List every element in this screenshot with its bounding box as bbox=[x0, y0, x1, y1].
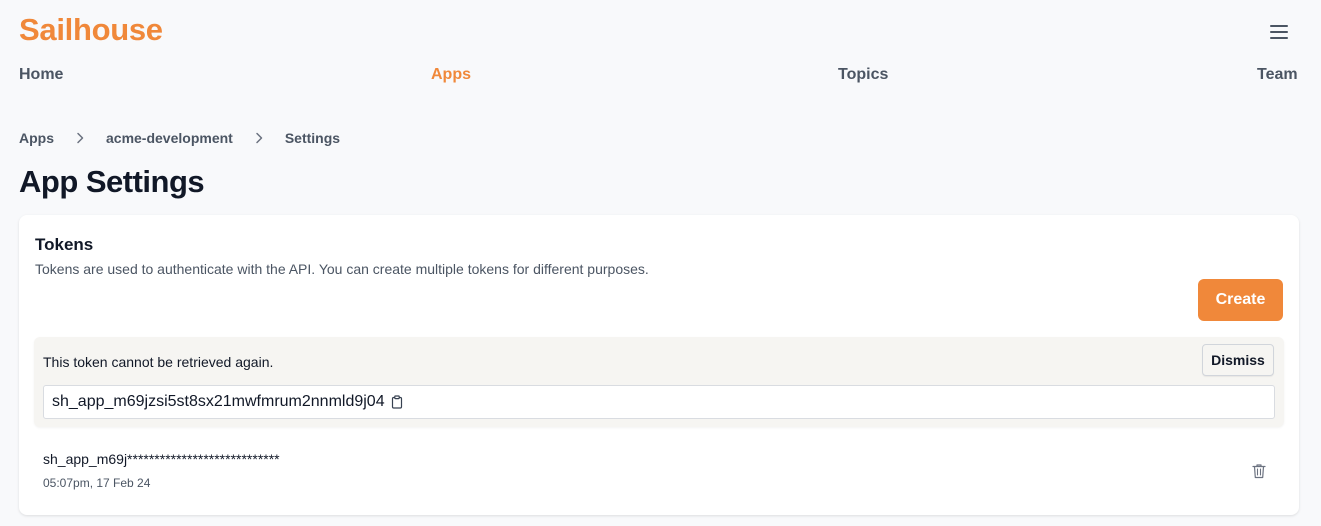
hamburger-menu-icon[interactable] bbox=[1268, 22, 1290, 42]
clipboard-icon[interactable] bbox=[391, 395, 405, 409]
new-token-field[interactable]: sh_app_m69jzsi5st8sx21mwfmrum2nnmld9j04 bbox=[43, 385, 1275, 419]
create-token-button[interactable]: Create bbox=[1198, 279, 1283, 321]
masked-token: sh_app_m69j**************************** bbox=[43, 451, 280, 467]
nav-item-topics[interactable]: Topics bbox=[838, 66, 888, 84]
main-nav: Home Apps Topics Team bbox=[0, 66, 1321, 88]
chevron-right-icon bbox=[233, 130, 285, 146]
app-settings-page: Sailhouse Home Apps Topics Team Apps acm… bbox=[0, 0, 1321, 526]
dismiss-button[interactable]: Dismiss bbox=[1202, 344, 1274, 376]
nav-item-team[interactable]: Team bbox=[1257, 66, 1298, 84]
breadcrumb-apps[interactable]: Apps bbox=[19, 130, 54, 146]
breadcrumb-settings: Settings bbox=[284, 130, 341, 146]
token-list-item: sh_app_m69j**************************** … bbox=[43, 451, 1283, 491]
brand-logo[interactable]: Sailhouse bbox=[19, 12, 163, 48]
breadcrumb-app[interactable]: acme-development bbox=[106, 130, 233, 146]
trash-icon[interactable] bbox=[1252, 463, 1266, 479]
token-created-date: 05:07pm, 17 Feb 24 bbox=[43, 476, 151, 490]
tokens-title: Tokens bbox=[35, 235, 94, 254]
new-token-value[interactable]: sh_app_m69jzsi5st8sx21mwfmrum2nnmld9j04 bbox=[52, 393, 385, 411]
token-warning-text: This token cannot be retrieved again. bbox=[43, 354, 274, 370]
nav-item-apps[interactable]: Apps bbox=[431, 66, 471, 84]
new-token-notice: This token cannot be retrieved again. Di… bbox=[34, 337, 1284, 427]
breadcrumb: Apps acme-development Settings bbox=[19, 129, 340, 147]
tokens-description: Tokens are used to authenticate with the… bbox=[35, 261, 649, 277]
chevron-right-icon bbox=[54, 130, 106, 146]
nav-item-home[interactable]: Home bbox=[19, 66, 63, 84]
tokens-card: Tokens Tokens are used to authenticate w… bbox=[19, 215, 1299, 515]
page-title: App Settings bbox=[19, 164, 205, 199]
